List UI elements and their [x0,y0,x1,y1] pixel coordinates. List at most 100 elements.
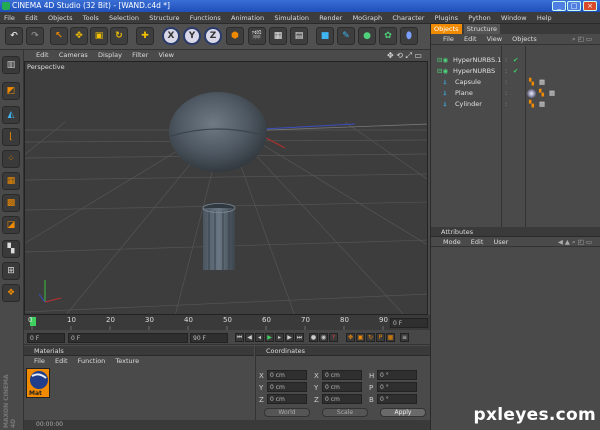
pos-x-field[interactable]: 0 cm [267,370,307,380]
rotate-icon[interactable]: ↻ [110,27,128,45]
maximize-button[interactable]: □ [567,1,581,11]
y-axis-lock-icon[interactable]: Y [183,27,201,45]
menu-tools[interactable]: Tools [79,12,103,24]
size-z-field[interactable]: 0 cm [322,394,362,404]
object-row[interactable]: ⍋ Capsule : ▚ ▦ [431,77,600,88]
goto-end-icon[interactable]: ⏭ [295,333,304,342]
x-axis-lock-icon[interactable]: X [162,27,180,45]
scale-dropdown[interactable]: Scale [322,408,368,417]
object-row[interactable]: ⊟◉ HyperNURBS.1 : ✔ [431,55,600,66]
menu-structure[interactable]: Structure [145,12,183,24]
menu-simulation[interactable]: Simulation [270,12,313,24]
texture-tag-icon[interactable]: ▦ [549,88,555,99]
menu-functions[interactable]: Functions [186,12,225,24]
objects-menu-edit[interactable]: Edit [460,34,481,44]
preview-start-field[interactable]: 0 F [68,333,188,343]
visibility-dots-icon[interactable]: : [505,77,507,88]
world-dropdown[interactable]: World [264,408,310,417]
tab-objects[interactable]: Objects [431,24,462,34]
menu-selection[interactable]: Selection [105,12,143,24]
menu-window[interactable]: Window [497,12,531,24]
end-frame-field[interactable]: 90 F [190,333,228,343]
use-model-mode-icon[interactable]: ▥ [2,56,20,74]
object-row[interactable]: ⊟◉ HyperNURBS : ✔ [431,66,600,77]
key-position-icon[interactable]: ✥ [346,333,355,342]
use-polygon-mode-icon[interactable]: ▩ [2,194,20,212]
visibility-dots-icon[interactable]: : [505,55,507,66]
snap-icon[interactable]: ⊞ [2,262,20,280]
nurbs-icon[interactable]: ● [358,27,376,45]
attributes-nav-icon[interactable]: ◀ ▲ ⌕ ◰ ▭ [554,237,596,247]
spline-pen-icon[interactable]: ✎ [337,27,355,45]
visibility-dots-icon[interactable]: : [505,66,507,77]
visibility-dots-icon[interactable]: : [505,99,507,110]
deformer-icon[interactable]: ⬮ [400,27,418,45]
size-y-field[interactable]: 0 cm [322,382,362,392]
array-icon[interactable]: ✿ [379,27,397,45]
viewport-menu-display[interactable]: Display [94,50,126,61]
menu-python[interactable]: Python [464,12,495,24]
tab-structure[interactable]: Structure [463,24,501,34]
material-swatch[interactable]: Mat [26,368,50,398]
redo-icon[interactable]: ↷ [26,27,44,45]
use-edge-mode-icon[interactable]: ▦ [2,172,20,190]
record-icon[interactable]: ● [309,333,318,342]
render-settings-icon[interactable]: ▤ [290,27,308,45]
texture-tag-icon[interactable]: ▦ [539,99,545,110]
move-icon[interactable]: ✥ [70,27,88,45]
autokey-icon[interactable]: ◉ [319,333,328,342]
attributes-menu-mode[interactable]: Mode [431,237,465,247]
size-x-field[interactable]: 0 cm [322,370,362,380]
workplane-icon[interactable]: ▚ [2,240,20,258]
phong-tag-icon[interactable]: ▚ [539,88,544,99]
add-icon[interactable]: ✚ [136,27,154,45]
live-selection-icon[interactable]: ↖ [50,27,68,45]
use-texture-mode-icon[interactable]: ⌊ [2,128,20,146]
close-button[interactable]: × [583,1,597,11]
undo-icon[interactable]: ↶ [5,27,23,45]
next-frame-icon[interactable]: ▸ [275,333,284,342]
render-view-icon[interactable]: 🎬 [248,27,266,45]
menu-help[interactable]: Help [533,12,556,24]
viewport-menu-edit[interactable]: Edit [24,50,53,61]
apply-button[interactable]: Apply [380,408,426,417]
use-object-mode-icon[interactable]: ◭ [2,106,20,124]
z-axis-lock-icon[interactable]: Z [204,27,222,45]
menu-plugins[interactable]: Plugins [431,12,462,24]
visibility-dots-icon[interactable]: : [505,88,507,99]
tweak-mode-icon[interactable]: ◪ [2,216,20,234]
play-icon[interactable]: ▶ [265,333,274,342]
key-parameter-icon[interactable]: P [376,333,385,342]
start-frame-field[interactable]: 0 F [27,333,65,343]
timeline-ruler[interactable]: 0 10 20 30 40 50 60 70 80 90 0 F [24,315,430,330]
viewport-nav-icon[interactable]: ✥ ⟲ ⤢ ▭ [383,50,426,61]
next-key-icon[interactable]: ▶ [285,333,294,342]
rot-p-field[interactable]: 0 ° [377,382,417,392]
render-picture-viewer-icon[interactable]: ▦ [269,27,287,45]
perspective-viewport[interactable]: Perspective [24,61,428,315]
attributes-menu-user[interactable]: User [489,237,512,247]
prev-frame-icon[interactable]: ◂ [255,333,264,342]
texture-tag-icon[interactable]: ▦ [539,77,545,88]
menu-objects[interactable]: Objects [44,12,77,24]
viewport-menu-view[interactable]: View [155,50,178,61]
prev-key-icon[interactable]: ◀ [245,333,254,342]
key-scale-icon[interactable]: ▣ [356,333,365,342]
phong-tag-icon[interactable]: ▚ [529,77,534,88]
key-rotation-icon[interactable]: ↻ [366,333,375,342]
objects-menu-file[interactable]: File [431,34,458,44]
minimize-button[interactable]: _ [552,1,566,11]
objects-menu-objects[interactable]: Objects [508,34,541,44]
menu-character[interactable]: Character [388,12,428,24]
timeline-menu-icon[interactable]: ≡ [400,333,409,342]
material-tag-icon[interactable] [527,89,536,98]
materials-menu-texture[interactable]: Texture [111,356,143,366]
object-row[interactable]: ⍋ Cylinder : ▚ ▦ [431,99,600,110]
goto-start-icon[interactable]: ⏮ [235,333,244,342]
enabled-check-icon[interactable]: ✔ [513,66,518,77]
rot-h-field[interactable]: 0 ° [377,370,417,380]
keyframe-selection-icon[interactable]: ? [329,333,338,342]
use-object-axis-icon[interactable]: ◩ [2,82,20,100]
layout-icon[interactable]: ❖ [2,284,20,302]
menu-render[interactable]: Render [315,12,346,24]
